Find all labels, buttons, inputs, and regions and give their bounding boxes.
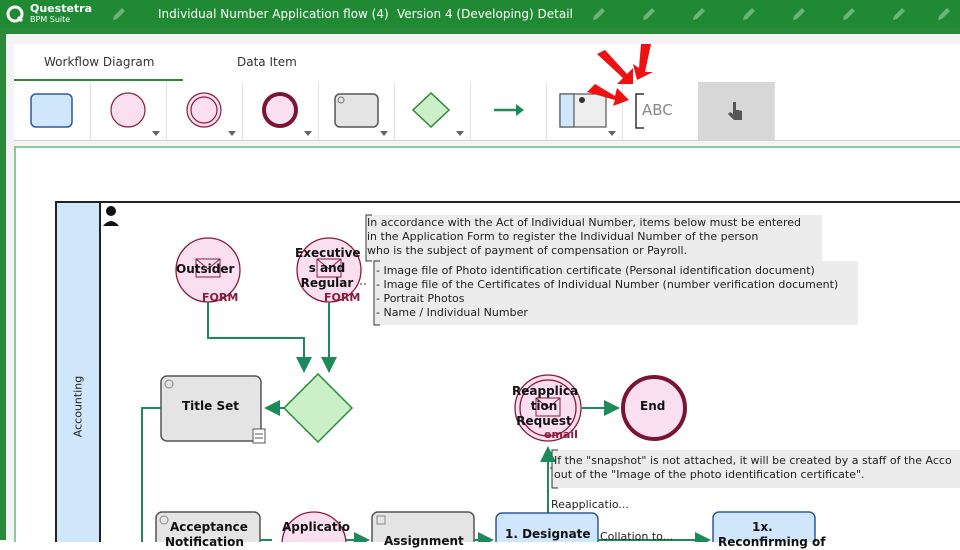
person-icon <box>106 206 116 216</box>
flow-label-collation: Collation to... <box>600 530 674 543</box>
palette-end-event[interactable] <box>242 82 319 140</box>
chevron-down-icon <box>152 131 160 136</box>
palette-sequence-flow[interactable] <box>470 82 547 140</box>
version-label: Version 4 (Developing) Detail <box>397 7 573 21</box>
task-acceptance-label-2: Notification <box>165 535 244 549</box>
task-icon <box>30 93 73 128</box>
task-acceptance-label: Acceptance <box>170 520 248 534</box>
palette-start-event[interactable] <box>90 82 167 140</box>
pencil-icon <box>938 8 950 20</box>
event-reapplication-label: Reapplica tion Request <box>512 384 579 429</box>
event-executive-tag: FORM <box>324 291 361 304</box>
palette-task[interactable] <box>14 82 91 140</box>
end-event-label: End <box>640 399 666 413</box>
event-outsider-label: Outsider <box>176 262 235 276</box>
red-callout-arrows <box>587 44 653 106</box>
annotation-main: In accordance with the Act of Individual… <box>367 216 801 258</box>
pencil-icon <box>793 8 805 20</box>
chevron-down-icon <box>380 131 388 136</box>
label-line: Regular <box>300 276 354 290</box>
annotation-line: - Image file of Photo identification cer… <box>376 264 815 277</box>
hand-pointer-icon <box>728 102 742 120</box>
event-outsider-tag: FORM <box>202 291 239 304</box>
task-reconfirm-label-2: Reconfirming of <box>718 535 826 549</box>
annotation-snapshot: If the "snapshot" is not attached, it wi… <box>554 454 952 482</box>
annotation-line: in the Application Form to register the … <box>367 230 759 243</box>
label-line: Executive <box>295 246 361 260</box>
chevron-down-icon <box>228 131 236 136</box>
annotation-line: - Image file of the Certificates of Indi… <box>376 278 839 291</box>
app-header-bar: Questetra BPM Suite Individual Number Ap… <box>0 0 960 28</box>
pencil-icon <box>893 8 905 20</box>
annotation-line: who is the subject of payment of compens… <box>367 244 688 257</box>
pencil-icon <box>693 8 705 20</box>
calculator-icon <box>252 428 266 444</box>
chevron-down-icon <box>456 131 464 136</box>
palette-service-task[interactable] <box>318 82 395 140</box>
annotation-line: In accordance with the Act of Individual… <box>367 216 801 229</box>
workflow-canvas[interactable] <box>14 146 960 542</box>
diagram-drawing <box>55 201 960 542</box>
brand-name: Questetra <box>30 2 93 15</box>
pencil-icon <box>843 8 855 20</box>
pencil-icon <box>593 8 605 20</box>
task-assignment-label: Assignment <box>384 534 464 548</box>
active-tab-indicator <box>14 79 183 81</box>
pencil-icon <box>743 8 755 20</box>
event-executive-label: Executive s and Regular <box>295 246 361 291</box>
annotation-line: If the "snapshot" is not attached, it wi… <box>554 454 952 467</box>
sequence-flow-icon <box>494 104 524 116</box>
annotation-line: - Portrait Photos <box>376 292 465 305</box>
label-line: s and <box>308 261 346 275</box>
pencil-icon <box>113 8 125 20</box>
pencil-icon <box>643 8 655 20</box>
palette-pointer-tool[interactable] <box>698 82 775 140</box>
questetra-logo-icon <box>6 5 24 23</box>
annotation-line: - Name / Individual Number <box>376 306 528 319</box>
task-reconfirm-label: 1x. <box>752 520 773 534</box>
tab-bar: Workflow Diagram Data Item <box>14 44 960 83</box>
chevron-down-icon <box>608 131 616 136</box>
element-palette: ABC <box>14 82 960 141</box>
swimlane-label: Accounting <box>71 375 85 438</box>
task-title-set-label: Title Set <box>182 399 239 413</box>
event-reapplication-tag: email <box>544 428 578 441</box>
palette-intermediate-event[interactable] <box>166 82 243 140</box>
tab-workflow-diagram[interactable]: Workflow Diagram <box>44 55 154 69</box>
annotation-list: - Image file of Photo identification cer… <box>376 264 838 320</box>
flow-label-reapplication: Reapplicatio... <box>551 498 629 511</box>
chevron-down-icon <box>304 131 312 136</box>
brand-subtitle: BPM Suite <box>30 15 71 24</box>
process-title: Individual Number Application flow (4) <box>158 7 389 21</box>
label-line: Request <box>516 414 572 428</box>
label-line: Reapplica <box>512 384 579 398</box>
tab-data-item[interactable]: Data Item <box>237 55 297 69</box>
label-line: tion <box>530 399 558 413</box>
palette-gateway[interactable] <box>394 82 471 140</box>
event-application-label: Applicatio <box>282 520 350 534</box>
annotation-line: out of the "Image of the photo identific… <box>554 468 865 481</box>
